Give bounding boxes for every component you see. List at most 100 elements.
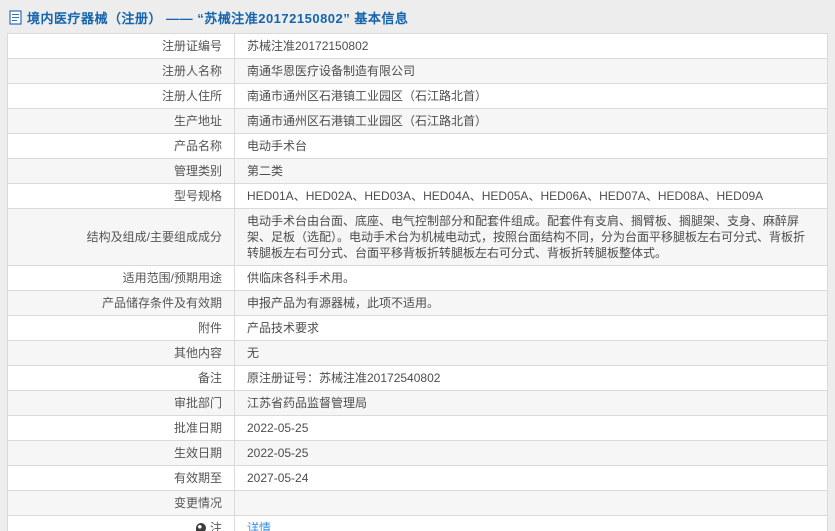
row-value-text: 供临床各科手术用。 [247,271,356,285]
row-value: 电动手术台 [234,133,828,159]
row-label: 生产地址 [7,108,235,134]
row-label-text: 其他内容 [173,346,222,360]
table-row: 附件 产品技术要求 [7,315,828,341]
row-label-text: 型号规格 [173,189,222,203]
row-value-text: 南通华恩医疗设备制造有限公司 [247,64,416,78]
row-value: 2022-05-25 [234,415,828,441]
row-label-text: 注 [209,521,222,531]
row-label: 产品名称 [7,133,235,159]
row-value: 第二类 [234,158,828,184]
row-value-text: 无 [247,346,260,360]
row-value: 产品技术要求 [234,315,828,341]
table-row: 产品名称 电动手术台 [7,133,828,159]
row-value: 江苏省药品监督管理局 [234,390,828,416]
row-label-text: 适用范围/预期用途 [122,271,222,285]
row-label: 备注 [7,365,235,391]
row-label-text: 注册证编号 [161,39,222,53]
row-value-text: 产品技术要求 [247,321,320,335]
table-row: 注册人住所 南通市通州区石港镇工业园区（石江路北首） [7,83,828,109]
row-value: 苏械注准20172150802 [234,33,828,59]
table-row: 备注 原注册证号：苏械注准20172540802 [7,365,828,391]
table-row: 注册人名称 南通华恩医疗设备制造有限公司 [7,58,828,84]
table-row: 生效日期 2022-05-25 [7,440,828,466]
row-label: 管理类别 [7,158,235,184]
row-label-text: 审批部门 [173,396,222,410]
table-row: 适用范围/预期用途 供临床各科手术用。 [7,265,828,291]
row-value-text: 申报产品为有源器械，此项不适用。 [247,296,440,310]
row-label: 型号规格 [7,183,235,209]
table-row: 审批部门 江苏省药品监督管理局 [7,390,828,416]
table-row: 注 详情 [7,515,828,531]
page-header: 境内医疗器械（注册） —— “苏械注准20172150802” 基本信息 [0,0,835,33]
row-value: 南通市通州区石港镇工业园区（石江路北首） [234,108,828,134]
row-label-text: 注册人名称 [161,64,222,78]
row-label-text: 生产地址 [173,114,222,128]
table-row: 注册证编号 苏械注准20172150802 [7,33,828,59]
row-value: 2027-05-24 [234,465,828,491]
row-value-text: 电动手术台由台面、底座、电气控制部分和配套件组成。配套件有支肩、搁臂板、搁腿架、… [247,214,806,260]
row-value: 电动手术台由台面、底座、电气控制部分和配套件组成。配套件有支肩、搁臂板、搁腿架、… [234,208,828,266]
row-label-text: 批准日期 [173,421,222,435]
row-value [234,490,828,516]
table-row: 生产地址 南通市通州区石港镇工业园区（石江路北首） [7,108,828,134]
row-label: 注册人住所 [7,83,235,109]
row-value-text: HED01A、HED02A、HED03A、HED04A、HED05A、HED06… [247,189,764,203]
page-title: 境内医疗器械（注册） —— “苏械注准20172150802” 基本信息 [27,11,409,26]
note-icon [195,523,206,531]
row-label: 审批部门 [7,390,235,416]
row-value: HED01A、HED02A、HED03A、HED04A、HED05A、HED06… [234,183,828,209]
row-label: 适用范围/预期用途 [7,265,235,291]
row-value: 原注册证号：苏械注准20172540802 [234,365,828,391]
row-label-text: 管理类别 [173,164,222,178]
row-label: 注 [7,515,235,531]
table-body: 注册证编号 苏械注准20172150802 注册人名称 南通华恩医疗设备制造有限公司注… [7,33,828,531]
row-value-text: 2027-05-24 [247,471,309,485]
document-icon [9,10,22,25]
row-value: 无 [234,340,828,366]
row-label: 有效期至 [7,465,235,491]
row-label-text: 变更情况 [173,496,222,510]
row-value: 南通市通州区石港镇工业园区（石江路北首） [234,83,828,109]
row-value-text: 南通市通州区石港镇工业园区（石江路北首） [247,114,488,128]
table-row: 管理类别 第二类 [7,158,828,184]
row-value-text: 苏械注准20172150802 [247,39,369,53]
row-label-text: 附件 [197,321,222,335]
row-label: 批准日期 [7,415,235,441]
row-value: 详情 [234,515,828,531]
table-row: 结构及组成/主要组成成分 电动手术台由台面、底座、电气控制部分和配套件组成。配套件… [7,208,828,266]
table-row: 型号规格 HED01A、HED02A、HED03A、HED04A、HED05A、H… [7,183,828,209]
row-label-text: 结构及组成/主要组成成分 [86,230,222,244]
row-value-text: 电动手术台 [247,139,308,153]
table-row: 产品储存条件及有效期 申报产品为有源器械，此项不适用。 [7,290,828,316]
row-value: 南通华恩医疗设备制造有限公司 [234,58,828,84]
row-value-text: 2022-05-25 [247,446,309,460]
row-label-text: 产品储存条件及有效期 [101,296,222,310]
table-row: 其他内容 无 [7,340,828,366]
row-label: 附件 [7,315,235,341]
row-value-text: 原注册证号：苏械注准20172540802 [247,371,441,385]
row-value: 供临床各科手术用。 [234,265,828,291]
row-label: 变更情况 [7,490,235,516]
table-row: 变更情况 [7,490,828,516]
row-value-text: 第二类 [247,164,284,178]
row-label-text: 注册人住所 [161,89,222,103]
row-value: 申报产品为有源器械，此项不适用。 [234,290,828,316]
row-value: 2022-05-25 [234,440,828,466]
detail-link[interactable]: 详情 [247,521,271,531]
row-value-text: 江苏省药品监督管理局 [247,396,368,410]
row-label: 注册证编号 [7,33,235,59]
registration-info-table: 注册证编号 苏械注准20172150802 注册人名称 南通华恩医疗设备制造有限公司注… [7,33,828,531]
row-label: 其他内容 [7,340,235,366]
row-label-text: 有效期至 [173,471,222,485]
row-label: 注册人名称 [7,58,235,84]
row-label-text: 备注 [197,371,222,385]
table-row: 批准日期 2022-05-25 [7,415,828,441]
row-label: 生效日期 [7,440,235,466]
row-label: 结构及组成/主要组成成分 [7,208,235,266]
row-label: 产品储存条件及有效期 [7,290,235,316]
table-row: 有效期至 2027-05-24 [7,465,828,491]
row-value-text: 南通市通州区石港镇工业园区（石江路北首） [247,89,488,103]
row-label-text: 生效日期 [173,446,222,460]
row-label-text: 产品名称 [173,139,222,153]
row-value-text: 2022-05-25 [247,421,309,435]
